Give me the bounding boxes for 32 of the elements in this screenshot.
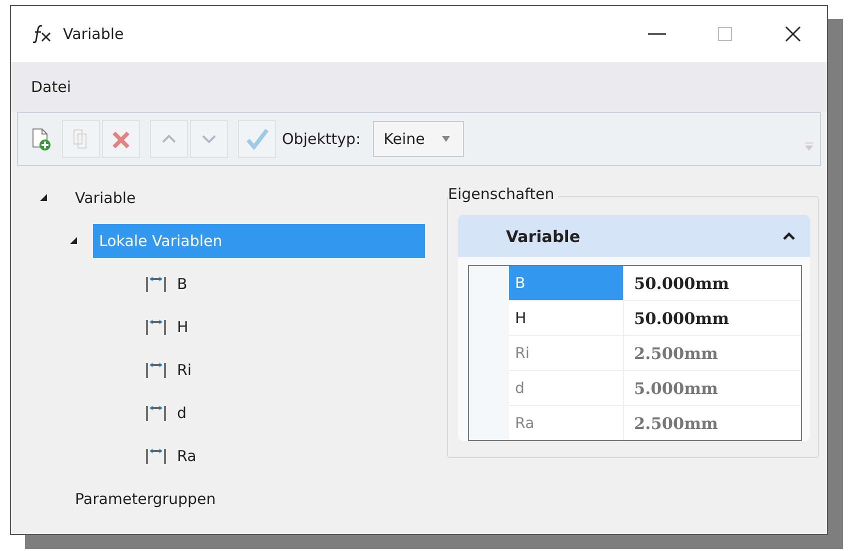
dimension-icon <box>145 274 167 292</box>
overflow-icon[interactable] <box>804 141 814 151</box>
group-title: Eigenschaften <box>448 185 558 203</box>
checkmark-icon <box>244 126 270 152</box>
window-title: Variable <box>63 25 124 43</box>
property-name[interactable]: H <box>509 301 624 335</box>
dimension-icon <box>145 360 167 378</box>
object-type-label: Objekttyp: <box>282 130 361 148</box>
dropdown-arrow-icon <box>440 135 451 143</box>
dimension-icon <box>145 318 167 336</box>
dimension-icon <box>145 446 167 464</box>
tree-item[interactable]: Variable <box>69 180 142 214</box>
expanded-arrow-icon[interactable] <box>69 236 78 245</box>
minimize-icon <box>648 33 666 35</box>
tree-item[interactable]: Ri <box>171 352 198 386</box>
tree-item[interactable]: B <box>171 266 194 300</box>
property-value[interactable]: 50.000mm <box>624 301 801 335</box>
close-icon <box>784 25 802 43</box>
tree-item[interactable]: Ra <box>171 438 202 472</box>
section-header[interactable]: Variable <box>458 215 810 257</box>
tree-item[interactable]: d <box>171 396 193 430</box>
menu-item[interactable]: Datei <box>31 78 72 96</box>
object-type-dropdown[interactable]: Keine <box>372 121 464 157</box>
tree-item[interactable]: H <box>171 310 194 344</box>
new-document-icon <box>30 127 52 151</box>
tree-item[interactable]: Parametergruppen <box>69 482 222 516</box>
dimension-icon <box>145 404 167 422</box>
expanded-arrow-icon[interactable] <box>39 193 48 202</box>
section-title: Variable <box>506 226 580 246</box>
maximize-icon <box>717 26 733 42</box>
collapse-chevron-icon[interactable] <box>782 231 796 241</box>
property-value[interactable]: 50.000mm <box>624 266 801 300</box>
